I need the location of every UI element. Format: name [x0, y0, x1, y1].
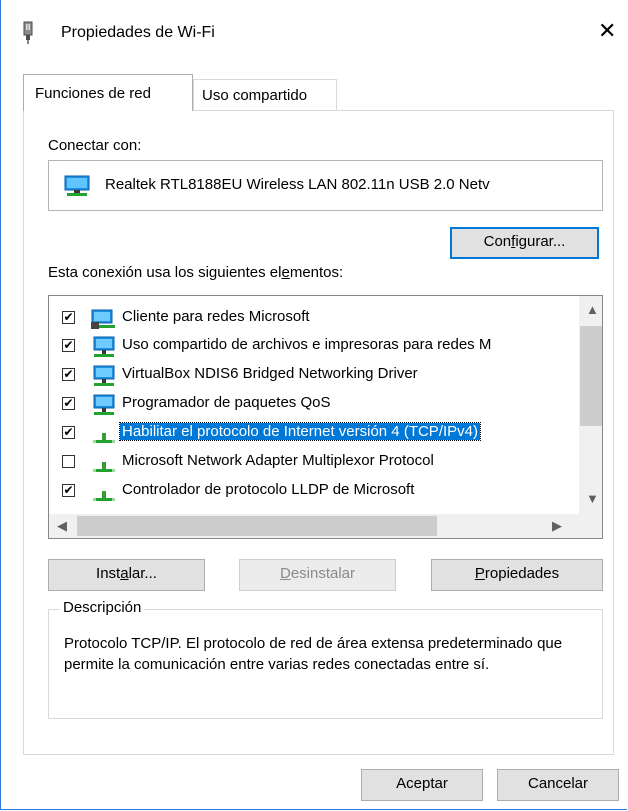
- scroll-down-icon[interactable]: ▼: [586, 491, 599, 506]
- checkbox[interactable]: ✔: [62, 484, 75, 497]
- ok-button[interactable]: Aceptar: [361, 769, 483, 801]
- close-icon[interactable]: ✕: [598, 20, 616, 42]
- list-item-label: Uso compartido de archivos e impresoras …: [122, 336, 492, 353]
- list-item[interactable]: Microsoft Network Adapter Multiplexor Pr…: [49, 449, 580, 477]
- vertical-scrollbar[interactable]: ▲ ▼: [579, 296, 602, 514]
- checkbox[interactable]: ✔: [62, 397, 75, 410]
- tab-uso-compartido[interactable]: Uso compartido: [193, 79, 337, 110]
- configure-button[interactable]: Configurar...: [450, 227, 599, 259]
- scroll-left-icon[interactable]: ◀: [57, 518, 67, 534]
- checkbox[interactable]: [62, 455, 75, 468]
- horizontal-scroll-thumb[interactable]: [77, 516, 437, 536]
- description-text: Protocolo TCP/IP. El protocolo de red de…: [64, 635, 563, 673]
- uninstall-button[interactable]: Desinstalar: [239, 559, 396, 591]
- tab-funciones-de-red[interactable]: Funciones de red: [23, 74, 193, 111]
- connect-label: Conectar con:: [48, 137, 142, 154]
- protocol-icon: [91, 452, 117, 478]
- network-adapter-icon: [64, 175, 90, 201]
- list-item[interactable]: ✔ Controlador de protocolo LLDP de Micro…: [49, 478, 580, 506]
- list-item-label: Microsoft Network Adapter Multiplexor Pr…: [122, 452, 434, 469]
- scroll-up-icon[interactable]: ▲: [586, 302, 599, 317]
- window-title: Propiedades de Wi-Fi: [61, 24, 215, 41]
- list-item[interactable]: ✔ Uso compartido de archivos e impresora…: [49, 333, 580, 361]
- adapter-name: Realtek RTL8188EU Wireless LAN 802.11n U…: [105, 176, 490, 193]
- horizontal-scrollbar[interactable]: ◀ ▶: [49, 514, 602, 538]
- list-item-label: Programador de paquetes QoS: [122, 394, 331, 411]
- network-service-icon: [91, 394, 117, 420]
- checkbox[interactable]: ✔: [62, 311, 75, 324]
- scroll-right-icon[interactable]: ▶: [552, 518, 562, 534]
- adapter-field: Realtek RTL8188EU Wireless LAN 802.11n U…: [48, 160, 603, 211]
- checkbox[interactable]: ✔: [62, 426, 75, 439]
- list-item[interactable]: ✔ VirtualBox NDIS6 Bridged Networking Dr…: [49, 362, 580, 390]
- install-button[interactable]: Instalar...: [48, 559, 205, 591]
- list-item[interactable]: ✔ Cliente para redes Microsoft: [49, 305, 580, 333]
- vertical-scroll-thumb[interactable]: [580, 326, 602, 426]
- network-service-icon: [91, 336, 117, 362]
- protocol-icon: [91, 423, 117, 449]
- list-item[interactable]: ✔ Programador de paquetes QoS: [49, 391, 580, 419]
- network-client-icon: [91, 308, 117, 334]
- network-service-icon: [91, 365, 117, 391]
- list-item-label: Cliente para redes Microsoft: [122, 308, 310, 325]
- properties-button[interactable]: Propiedades: [431, 559, 603, 591]
- network-adapter-icon: [22, 21, 34, 45]
- list-item-label: Habilitar el protocolo de Internet versi…: [119, 422, 481, 441]
- elements-list[interactable]: ✔ Cliente para redes Microsoft ✔ Uso com…: [48, 295, 603, 539]
- list-item-label: Controlador de protocolo LLDP de Microso…: [122, 481, 415, 498]
- list-item-selected[interactable]: ✔ Habilitar el protocolo de Internet ver…: [49, 420, 580, 448]
- cancel-button[interactable]: Cancelar: [497, 769, 619, 801]
- checkbox[interactable]: ✔: [62, 368, 75, 381]
- checkbox[interactable]: ✔: [62, 339, 75, 352]
- description-title: Descripción: [60, 599, 145, 616]
- list-item-label: VirtualBox NDIS6 Bridged Networking Driv…: [122, 365, 418, 382]
- protocol-icon: [91, 481, 117, 507]
- elements-label: Esta conexión usa los siguientes element…: [48, 264, 344, 281]
